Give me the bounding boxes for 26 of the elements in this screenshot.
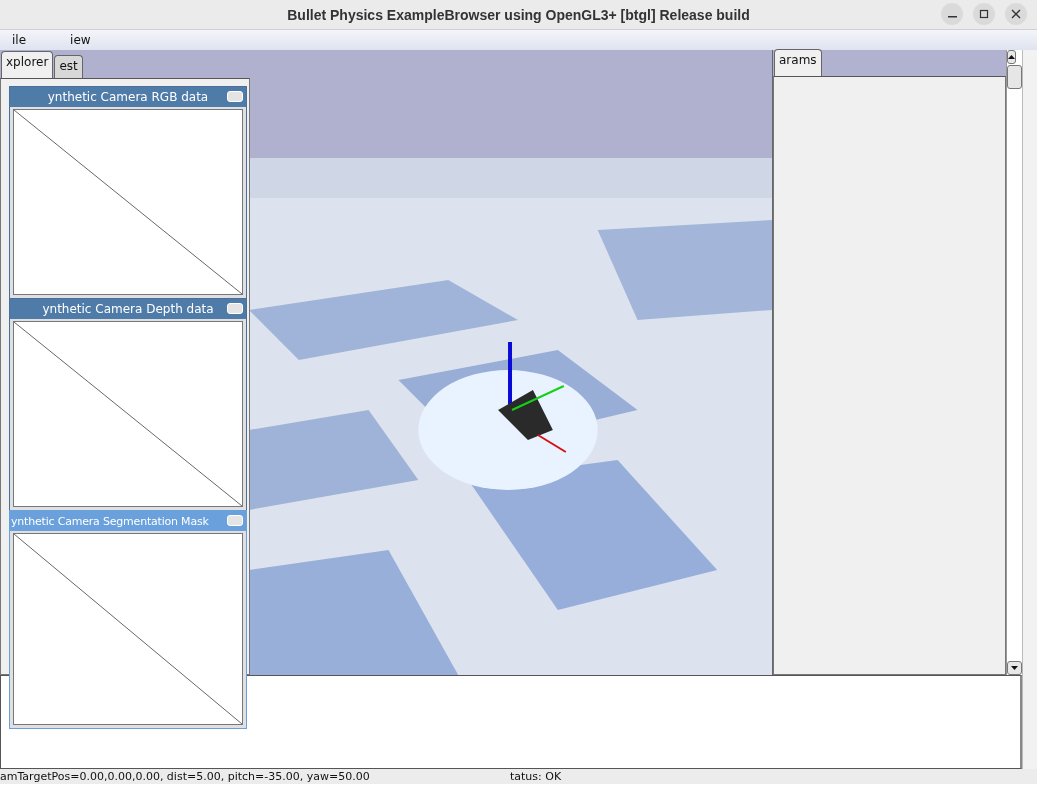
maximize-icon (979, 9, 989, 19)
window-title: ynthetic Camera RGB data (47, 90, 209, 104)
close-icon (1011, 9, 1021, 19)
window-title: Bullet Physics ExampleBrowser using OpenGL3+ [btgl] Release build (287, 6, 750, 23)
minimize-button[interactable] (227, 303, 243, 314)
tab[interactable]: est (54, 55, 83, 78)
camera-status-text: amTargetPos=0.00,0.00,0.00, dist=5.00, pitch=-35.00, yaw=50.00 (0, 769, 371, 784)
maximize-button[interactable] (973, 3, 995, 25)
minimize-icon (947, 16, 957, 18)
scroll-down-button[interactable] (1007, 661, 1022, 675)
minimize-button[interactable] (227, 515, 243, 526)
scroll-up-button[interactable] (1007, 50, 1016, 64)
scroll-thumb[interactable] (1007, 65, 1022, 89)
menu-item[interactable]: ile (12, 33, 27, 47)
minimize-button[interactable] (227, 91, 243, 102)
scrollbar[interactable] (1006, 50, 1022, 675)
window-title: ynthetic Camera Segmentation Mask (11, 514, 209, 528)
status-text: tatus: OK (510, 769, 562, 784)
menu-item[interactable]: iew (70, 33, 91, 47)
window-title: ynthetic Camera Depth data (42, 302, 214, 316)
close-button[interactable] (1005, 3, 1027, 25)
minimize-button[interactable] (941, 3, 963, 25)
tab[interactable]: arams (774, 49, 822, 76)
tab[interactable]: xplorer (1, 51, 54, 78)
down-arrow-icon (1011, 666, 1018, 670)
up-arrow-icon (1008, 55, 1015, 59)
